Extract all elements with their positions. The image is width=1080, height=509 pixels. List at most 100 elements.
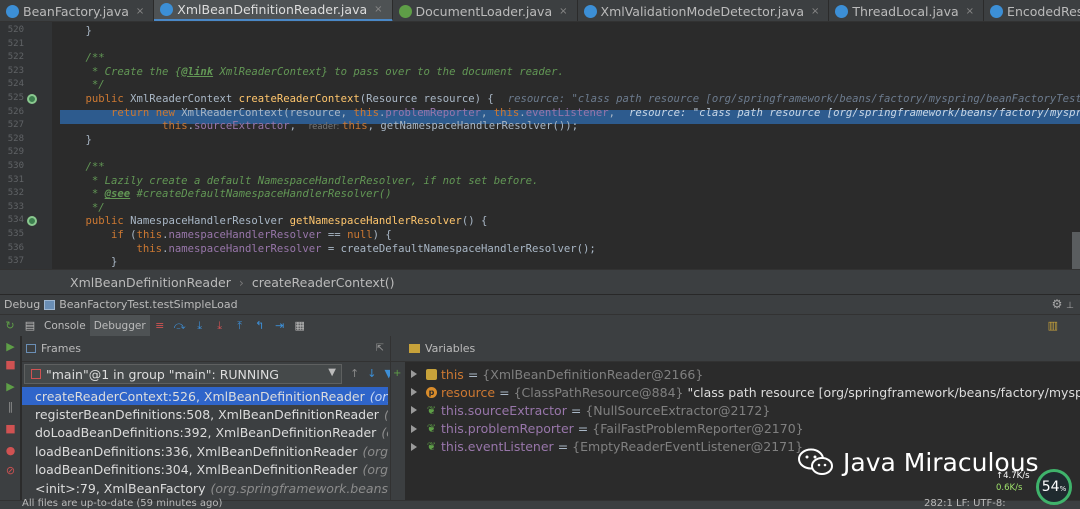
expand-icon[interactable]: [411, 442, 417, 451]
line-number[interactable]: 530: [2, 161, 24, 171]
mute-breakpoints-icon[interactable]: ⊘: [4, 464, 17, 477]
code-line[interactable]: public NamespaceHandlerResolver getNames…: [60, 215, 488, 229]
pin-icon[interactable]: ⇱: [376, 343, 384, 354]
code-line[interactable]: * @see #createDefaultNamespaceHandlerRes…: [60, 188, 392, 202]
tab-file[interactable]: EncodedResource.java×: [984, 0, 1080, 21]
status-message[interactable]: All files are up-to-date (59 minutes ago…: [22, 498, 222, 509]
show-execution-point-icon[interactable]: ≡: [153, 319, 167, 333]
variable-row[interactable]: ❦ this.problemReporter = {FailFastProblemRe…: [411, 420, 804, 438]
line-number[interactable]: 521: [2, 39, 24, 49]
frame-row[interactable]: createReaderContext:526, XmlBeanDefiniti…: [22, 387, 388, 406]
restore-layout-icon[interactable]: ▥: [1048, 319, 1058, 332]
thread-selector[interactable]: "main"@1 in group "main": RUNNING ▼: [24, 364, 342, 384]
code-line[interactable]: /**: [60, 161, 105, 175]
code-line[interactable]: }: [60, 25, 92, 39]
frame-up-icon[interactable]: ↑: [350, 367, 359, 380]
line-number[interactable]: 523: [2, 66, 24, 76]
frame-down-icon[interactable]: ↓: [367, 367, 376, 380]
code-editor[interactable]: 520 521 522 523 524 525 526 527 528 529 530 531 532 5…: [0, 22, 1080, 269]
stop-icon[interactable]: ■: [4, 358, 17, 371]
expand-icon[interactable]: [411, 388, 417, 397]
override-marker-icon[interactable]: [27, 94, 37, 104]
step-into-icon[interactable]: ⤓: [193, 319, 207, 333]
code-line[interactable]: /**: [60, 52, 105, 66]
tab-file[interactable]: DocumentLoader.java ×: [393, 0, 578, 21]
run-to-cursor-icon[interactable]: ⇥: [273, 319, 287, 333]
editor-gutter[interactable]: 520 521 522 523 524 525 526 527 528 529 530 531 532 5…: [0, 22, 52, 269]
tab-file[interactable]: XmlValidationModeDetector.java ×: [578, 0, 830, 21]
debug-settings-icon[interactable]: ⚙ ⊥: [1052, 297, 1074, 311]
tab-console[interactable]: Console: [40, 315, 90, 337]
view-breakpoints-icon[interactable]: ●: [4, 444, 17, 457]
frames-header: Frames ⇱: [22, 336, 408, 362]
thread-label: "main"@1 in group "main": RUNNING: [46, 366, 279, 382]
new-watch-icon[interactable]: +: [393, 368, 401, 379]
line-number[interactable]: 522: [2, 52, 24, 62]
expand-icon[interactable]: [411, 424, 417, 433]
variable-row[interactable]: ❦ this.eventListener = {EmptyReaderEventLis…: [411, 438, 803, 456]
code-line[interactable]: return new XmlReaderContext(resource, th…: [60, 107, 1080, 121]
close-icon[interactable]: ×: [136, 6, 144, 17]
expand-icon[interactable]: [411, 370, 417, 378]
line-number[interactable]: 531: [2, 175, 24, 185]
line-number[interactable]: 527: [2, 120, 24, 130]
tab-file[interactable]: ThreadLocal.java ×: [829, 0, 985, 21]
override-marker-icon[interactable]: [27, 216, 37, 227]
code-line[interactable]: this.sourceExtractor, reader: this, getN…: [60, 120, 578, 134]
evaluate-expression-icon[interactable]: ▦: [293, 319, 307, 333]
variable-row[interactable]: this = {XmlBeanDefinitionReader@2166}: [411, 365, 703, 383]
line-number[interactable]: 533: [2, 202, 24, 212]
drop-frame-icon[interactable]: ↰: [253, 319, 267, 333]
line-number[interactable]: 525: [2, 93, 24, 103]
code-line[interactable]: this.namespaceHandlerResolver = createDe…: [60, 243, 596, 257]
line-number[interactable]: 528: [2, 134, 24, 144]
resume-icon[interactable]: ▶: [4, 340, 17, 353]
line-number[interactable]: 526: [2, 107, 24, 117]
breadcrumb-method[interactable]: createReaderContext(): [252, 275, 395, 290]
stop-program-icon[interactable]: ■: [4, 422, 17, 435]
code-line[interactable]: * Lazily create a default NamespaceHandl…: [60, 175, 538, 189]
line-number[interactable]: 534: [2, 215, 24, 225]
tab-debugger[interactable]: Debugger: [89, 314, 150, 337]
line-number[interactable]: 535: [2, 229, 24, 239]
variable-row[interactable]: ❦ this.sourceExtractor = {NullSourceExtract…: [411, 401, 770, 419]
close-icon[interactable]: ×: [811, 6, 819, 17]
code-line[interactable]: }: [60, 256, 117, 269]
line-number[interactable]: 520: [2, 25, 24, 35]
step-out-icon[interactable]: ⤒: [233, 319, 247, 333]
breadcrumb-class[interactable]: XmlBeanDefinitionReader: [70, 275, 231, 290]
variable-row[interactable]: p resource = {ClassPathResource@884} "class …: [411, 383, 1080, 401]
line-number[interactable]: 529: [2, 147, 24, 157]
frame-row[interactable]: loadBeanDefinitions:304, XmlBeanDefiniti…: [22, 461, 388, 479]
close-icon[interactable]: ×: [966, 6, 974, 17]
frame-row[interactable]: <init>:79, XmlBeanFactory (org.springfram…: [22, 479, 388, 497]
chevron-down-icon[interactable]: ▼: [328, 367, 336, 378]
line-number[interactable]: 532: [2, 188, 24, 198]
code-line[interactable]: if (this.namespaceHandlerResolver == nul…: [60, 229, 392, 243]
step-over-icon[interactable]: ⤼: [173, 319, 187, 333]
rerun-icon[interactable]: ↻: [3, 319, 17, 333]
line-number[interactable]: 524: [2, 79, 24, 89]
code-line[interactable]: * Create the {@link XmlReaderContext} to…: [60, 66, 564, 80]
code-area[interactable]: } /** * Create the {@link XmlReaderConte…: [60, 22, 1080, 269]
frame-row[interactable]: doLoadBeanDefinitions:392, XmlBeanDefini…: [22, 424, 388, 442]
close-icon[interactable]: ×: [374, 4, 382, 15]
pause-icon[interactable]: ‖: [4, 400, 17, 413]
force-step-into-icon[interactable]: ⤓: [213, 319, 227, 333]
line-number[interactable]: 536: [2, 243, 24, 253]
frame-row[interactable]: loadBeanDefinitions:336, XmlBeanDefiniti…: [22, 442, 388, 460]
breadcrumb: XmlBeanDefinitionReader › createReaderCo…: [0, 269, 1080, 294]
code-line[interactable]: public XmlReaderContext createReaderCont…: [60, 93, 1080, 107]
expand-icon[interactable]: [411, 406, 417, 415]
code-line[interactable]: */: [60, 202, 105, 216]
close-icon[interactable]: ×: [559, 6, 567, 17]
frame-row[interactable]: registerBeanDefinitions:508, XmlBeanDefi…: [22, 405, 388, 423]
code-line[interactable]: }: [60, 134, 92, 148]
editor-scrollbar[interactable]: [1072, 232, 1080, 269]
line-number[interactable]: 537: [2, 256, 24, 266]
tab-file[interactable]: BeanFactory.java ×: [0, 0, 155, 21]
run-config-name[interactable]: BeanFactoryTest.testSimpleLoad: [59, 298, 237, 311]
resume-program-icon[interactable]: ▶: [4, 380, 17, 393]
tab-file[interactable]: XmlBeanDefinitionReader.java ×: [154, 0, 393, 21]
code-line[interactable]: */: [60, 79, 105, 93]
